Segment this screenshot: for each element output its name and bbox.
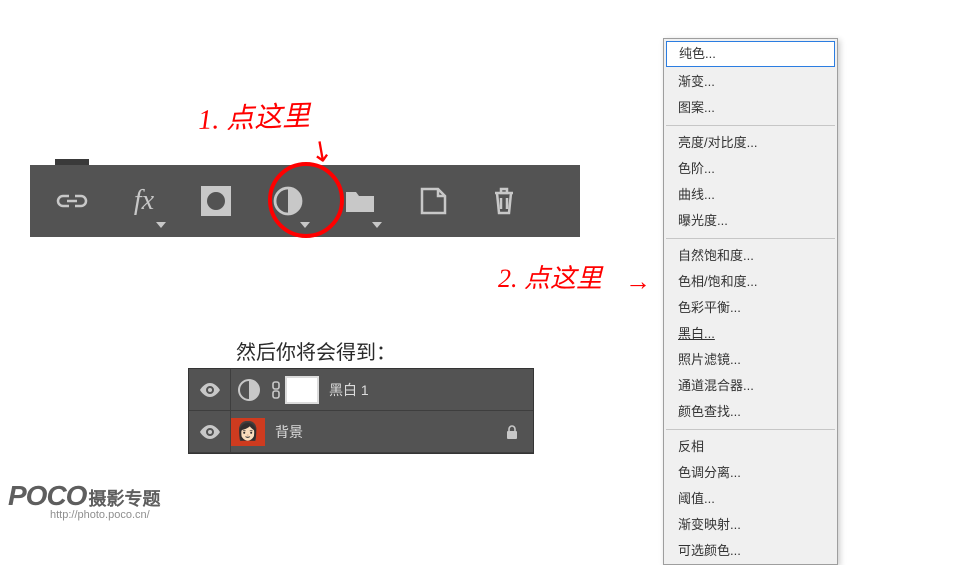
layer-row-bw[interactable]: 黑白 1 xyxy=(189,369,533,411)
menu-gradient[interactable]: 渐变... xyxy=(664,69,837,95)
trash-icon[interactable] xyxy=(480,177,528,225)
adjustment-thumb-icon xyxy=(231,375,267,405)
new-layer-icon[interactable] xyxy=(408,177,456,225)
menu-bw[interactable]: 黑白... xyxy=(664,321,837,347)
layers-panel: 黑白 1 👩🏻 背景 xyxy=(188,368,534,454)
annotation-note-1: 1. 点这里 xyxy=(197,94,310,138)
eye-icon[interactable] xyxy=(189,411,231,452)
chain-icon[interactable] xyxy=(267,381,285,399)
menu-exposure[interactable]: 曝光度... xyxy=(664,208,837,234)
menu-posterize[interactable]: 色调分离... xyxy=(664,460,837,486)
adjustment-context-menu: 纯色... 渐变... 图案... 亮度/对比度... 色阶... 曲线... … xyxy=(663,38,838,565)
layer-label-bg: 背景 xyxy=(275,422,491,442)
logo-title: 摄影专题 xyxy=(88,489,160,509)
mask-icon[interactable] xyxy=(192,177,240,225)
menu-mixer[interactable]: 通道混合器... xyxy=(664,373,837,399)
annotation-arrow-2: → xyxy=(625,266,651,297)
menu-gradmap[interactable]: 渐变映射... xyxy=(664,512,837,538)
menu-curves[interactable]: 曲线... xyxy=(664,182,837,208)
link-icon[interactable] xyxy=(48,177,96,225)
folder-icon[interactable] xyxy=(336,177,384,225)
menu-vibrance[interactable]: 自然饱和度... xyxy=(664,243,837,269)
menu-levels[interactable]: 色阶... xyxy=(664,156,837,182)
menu-lookup[interactable]: 颜色查找... xyxy=(664,399,837,425)
menu-pattern[interactable]: 图案... xyxy=(664,95,837,121)
menu-separator xyxy=(666,125,835,126)
logo-url: http://photo.poco.cn/ xyxy=(50,509,160,521)
menu-photo-filter[interactable]: 照片滤镜... xyxy=(664,347,837,373)
eye-icon[interactable] xyxy=(189,369,231,410)
menu-hue[interactable]: 色相/饱和度... xyxy=(664,269,837,295)
bg-thumb[interactable]: 👩🏻 xyxy=(231,418,265,446)
layers-toolbar: fx xyxy=(30,165,580,237)
menu-brightness[interactable]: 亮度/对比度... xyxy=(664,130,837,156)
lock-icon xyxy=(491,424,533,440)
annotation-note-2: 2. 点这里 xyxy=(498,258,602,295)
menu-separator xyxy=(666,429,835,430)
adjustment-layer-icon[interactable] xyxy=(264,177,312,225)
fx-icon[interactable]: fx xyxy=(120,177,168,225)
menu-threshold[interactable]: 阈值... xyxy=(664,486,837,512)
poco-logo: POCO摄影专题 http://photo.poco.cn/ xyxy=(8,480,160,521)
menu-separator xyxy=(666,238,835,239)
menu-invert[interactable]: 反相 xyxy=(664,434,837,460)
logo-brand: POCO xyxy=(8,480,86,511)
menu-selective[interactable]: 可选颜色... xyxy=(664,538,837,564)
layer-label-bw: 黑白 1 xyxy=(329,380,533,400)
menu-balance[interactable]: 色彩平衡... xyxy=(664,295,837,321)
result-label: 然后你将会得到： xyxy=(236,336,396,365)
layer-row-bg[interactable]: 👩🏻 背景 xyxy=(189,411,533,453)
mask-thumb[interactable] xyxy=(285,376,319,404)
menu-solid-color[interactable]: 纯色... xyxy=(666,41,835,67)
